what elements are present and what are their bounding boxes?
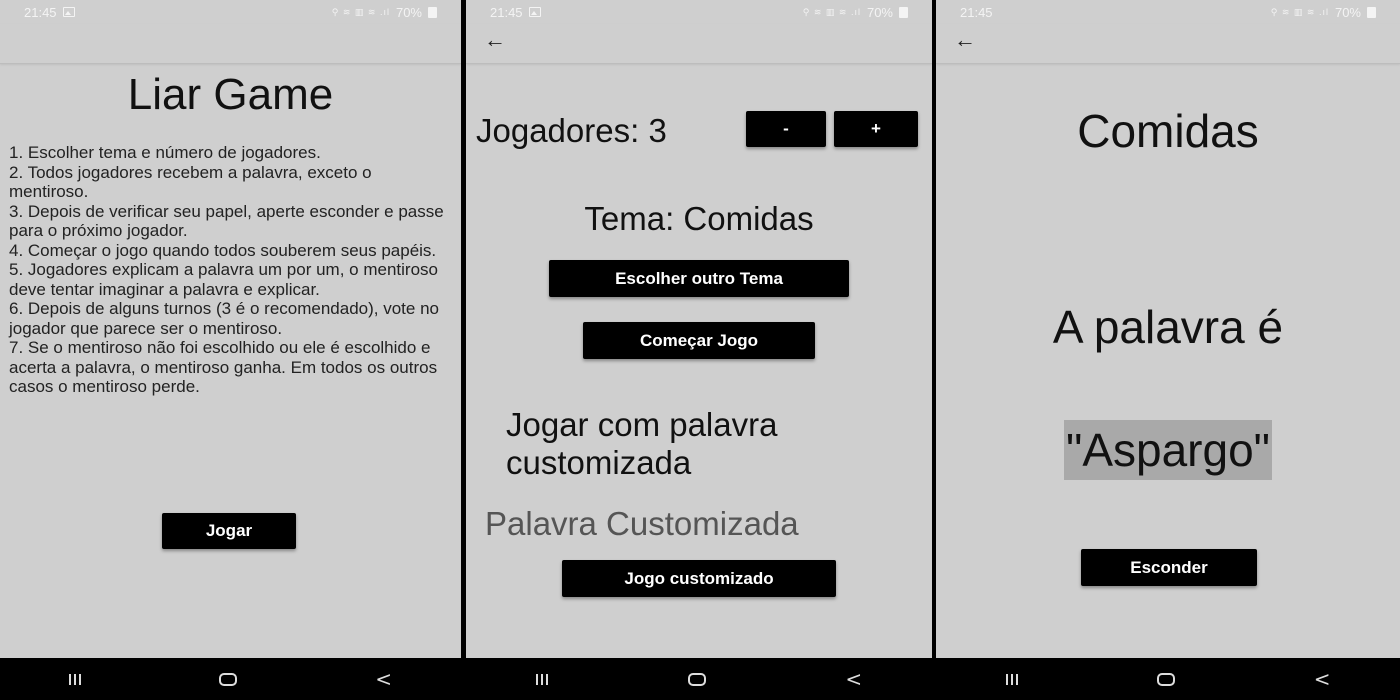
- app-bar: ←: [466, 24, 932, 64]
- status-right: ⚲ ≋ ▥ ≋ .ıl 70%: [803, 5, 908, 20]
- battery-icon: [428, 6, 437, 18]
- nav-back-icon[interactable]: <: [375, 669, 392, 689]
- secret-word: "Aspargo": [1064, 420, 1272, 480]
- recent-apps-icon[interactable]: [1005, 673, 1018, 685]
- start-game-button[interactable]: Começar Jogo: [583, 322, 815, 359]
- system-nav-bar: <: [466, 658, 932, 700]
- secret-word-wrap: "Aspargo": [936, 420, 1400, 480]
- hide-button[interactable]: Esconder: [1081, 549, 1257, 586]
- system-nav-bar: <: [936, 658, 1400, 700]
- screen-word-reveal: 21:45 ⚲ ≋ ▥ ≋ .ıl 70% ← Comidas A palavr…: [936, 0, 1400, 700]
- custom-word-heading: Jogar com palavra customizada: [506, 406, 778, 481]
- rule-item: 1. Escolher tema e número de jogadores.: [9, 143, 321, 162]
- home-icon[interactable]: [1156, 672, 1175, 686]
- choose-theme-button[interactable]: Escolher outro Tema: [549, 260, 849, 297]
- custom-word-input[interactable]: [485, 503, 925, 545]
- status-left: 21:45: [490, 5, 541, 20]
- players-count-label: Jogadores: 3: [476, 112, 667, 149]
- rule-item: 6. Depois de alguns turnos (3 é o recome…: [9, 299, 439, 338]
- rule-item: 3. Depois de verificar seu papel, aperte…: [9, 201, 444, 241]
- screens: 21:45 ⚲ ≋ ▥ ≋ .ıl 70% Liar Game 1. Escol…: [0, 0, 1400, 700]
- status-left: 21:45: [960, 5, 993, 20]
- system-nav-bar: <: [0, 658, 461, 700]
- page-title: Liar Game: [127, 70, 334, 119]
- recent-apps-icon[interactable]: [69, 673, 82, 685]
- screen-setup: 21:45 ⚲ ≋ ▥ ≋ .ıl 70% ← Jogadores: 3 - +…: [466, 0, 932, 700]
- play-button[interactable]: Jogar: [162, 513, 296, 549]
- app-bar: ←: [936, 24, 1400, 64]
- theme-label: Tema: Comidas: [584, 200, 814, 237]
- status-time: 21:45: [960, 4, 993, 20]
- back-arrow-icon[interactable]: ←: [484, 28, 506, 52]
- home-icon[interactable]: [219, 672, 238, 686]
- rule-item: 7. Se o mentiroso não foi escolhido ou e…: [9, 338, 438, 396]
- recent-apps-icon[interactable]: [535, 673, 548, 685]
- home-icon[interactable]: [687, 672, 706, 686]
- nav-back-icon[interactable]: <: [1314, 669, 1331, 689]
- status-right: ⚲ ≋ ▥ ≋ .ıl 70%: [332, 5, 437, 20]
- rule-item: 4. Começar o jogo quando todos souberem …: [9, 240, 437, 260]
- status-right: ⚲ ≋ ▥ ≋ .ıl 70%: [1271, 5, 1376, 20]
- status-bar: 21:45 ⚲ ≋ ▥ ≋ .ıl 70%: [466, 0, 932, 24]
- rule-item: 5. Jogadores explicam a palavra um por u…: [9, 260, 438, 299]
- battery-icon: [899, 6, 908, 18]
- back-arrow-icon[interactable]: ←: [954, 28, 976, 52]
- battery-percent: 70%: [395, 4, 422, 20]
- battery-percent: 70%: [1334, 4, 1361, 20]
- screen-rules: 21:45 ⚲ ≋ ▥ ≋ .ıl 70% Liar Game 1. Escol…: [0, 0, 461, 700]
- battery-percent: 70%: [866, 4, 893, 20]
- status-time: 21:45: [490, 4, 523, 20]
- status-bar: 21:45 ⚲ ≋ ▥ ≋ .ıl 70%: [936, 0, 1400, 24]
- custom-game-button[interactable]: Jogo customizado: [562, 560, 836, 597]
- battery-icon: [1367, 6, 1376, 18]
- signal-icons: ⚲ ≋ ▥ ≋ .ıl: [331, 6, 390, 17]
- status-left: 21:45: [24, 5, 75, 20]
- image-notification-icon: [62, 7, 75, 17]
- image-notification-icon: [528, 7, 541, 17]
- signal-icons: ⚲ ≋ ▥ ≋ .ıl: [802, 6, 861, 17]
- status-time: 21:45: [24, 4, 57, 20]
- signal-icons: ⚲ ≋ ▥ ≋ .ıl: [1270, 6, 1329, 17]
- rules-list: 1. Escolher tema e número de jogadores. …: [9, 143, 455, 397]
- nav-back-icon[interactable]: <: [845, 669, 862, 689]
- increase-players-button[interactable]: +: [834, 111, 918, 147]
- word-intro-label: A palavra é: [1052, 301, 1284, 353]
- status-bar: 21:45 ⚲ ≋ ▥ ≋ .ıl 70%: [0, 0, 461, 24]
- theme-title: Comidas: [1077, 105, 1259, 157]
- decrease-players-button[interactable]: -: [746, 111, 826, 147]
- rule-item: 2. Todos jogadores recebem a palavra, ex…: [9, 162, 372, 202]
- app-bar: [0, 24, 461, 64]
